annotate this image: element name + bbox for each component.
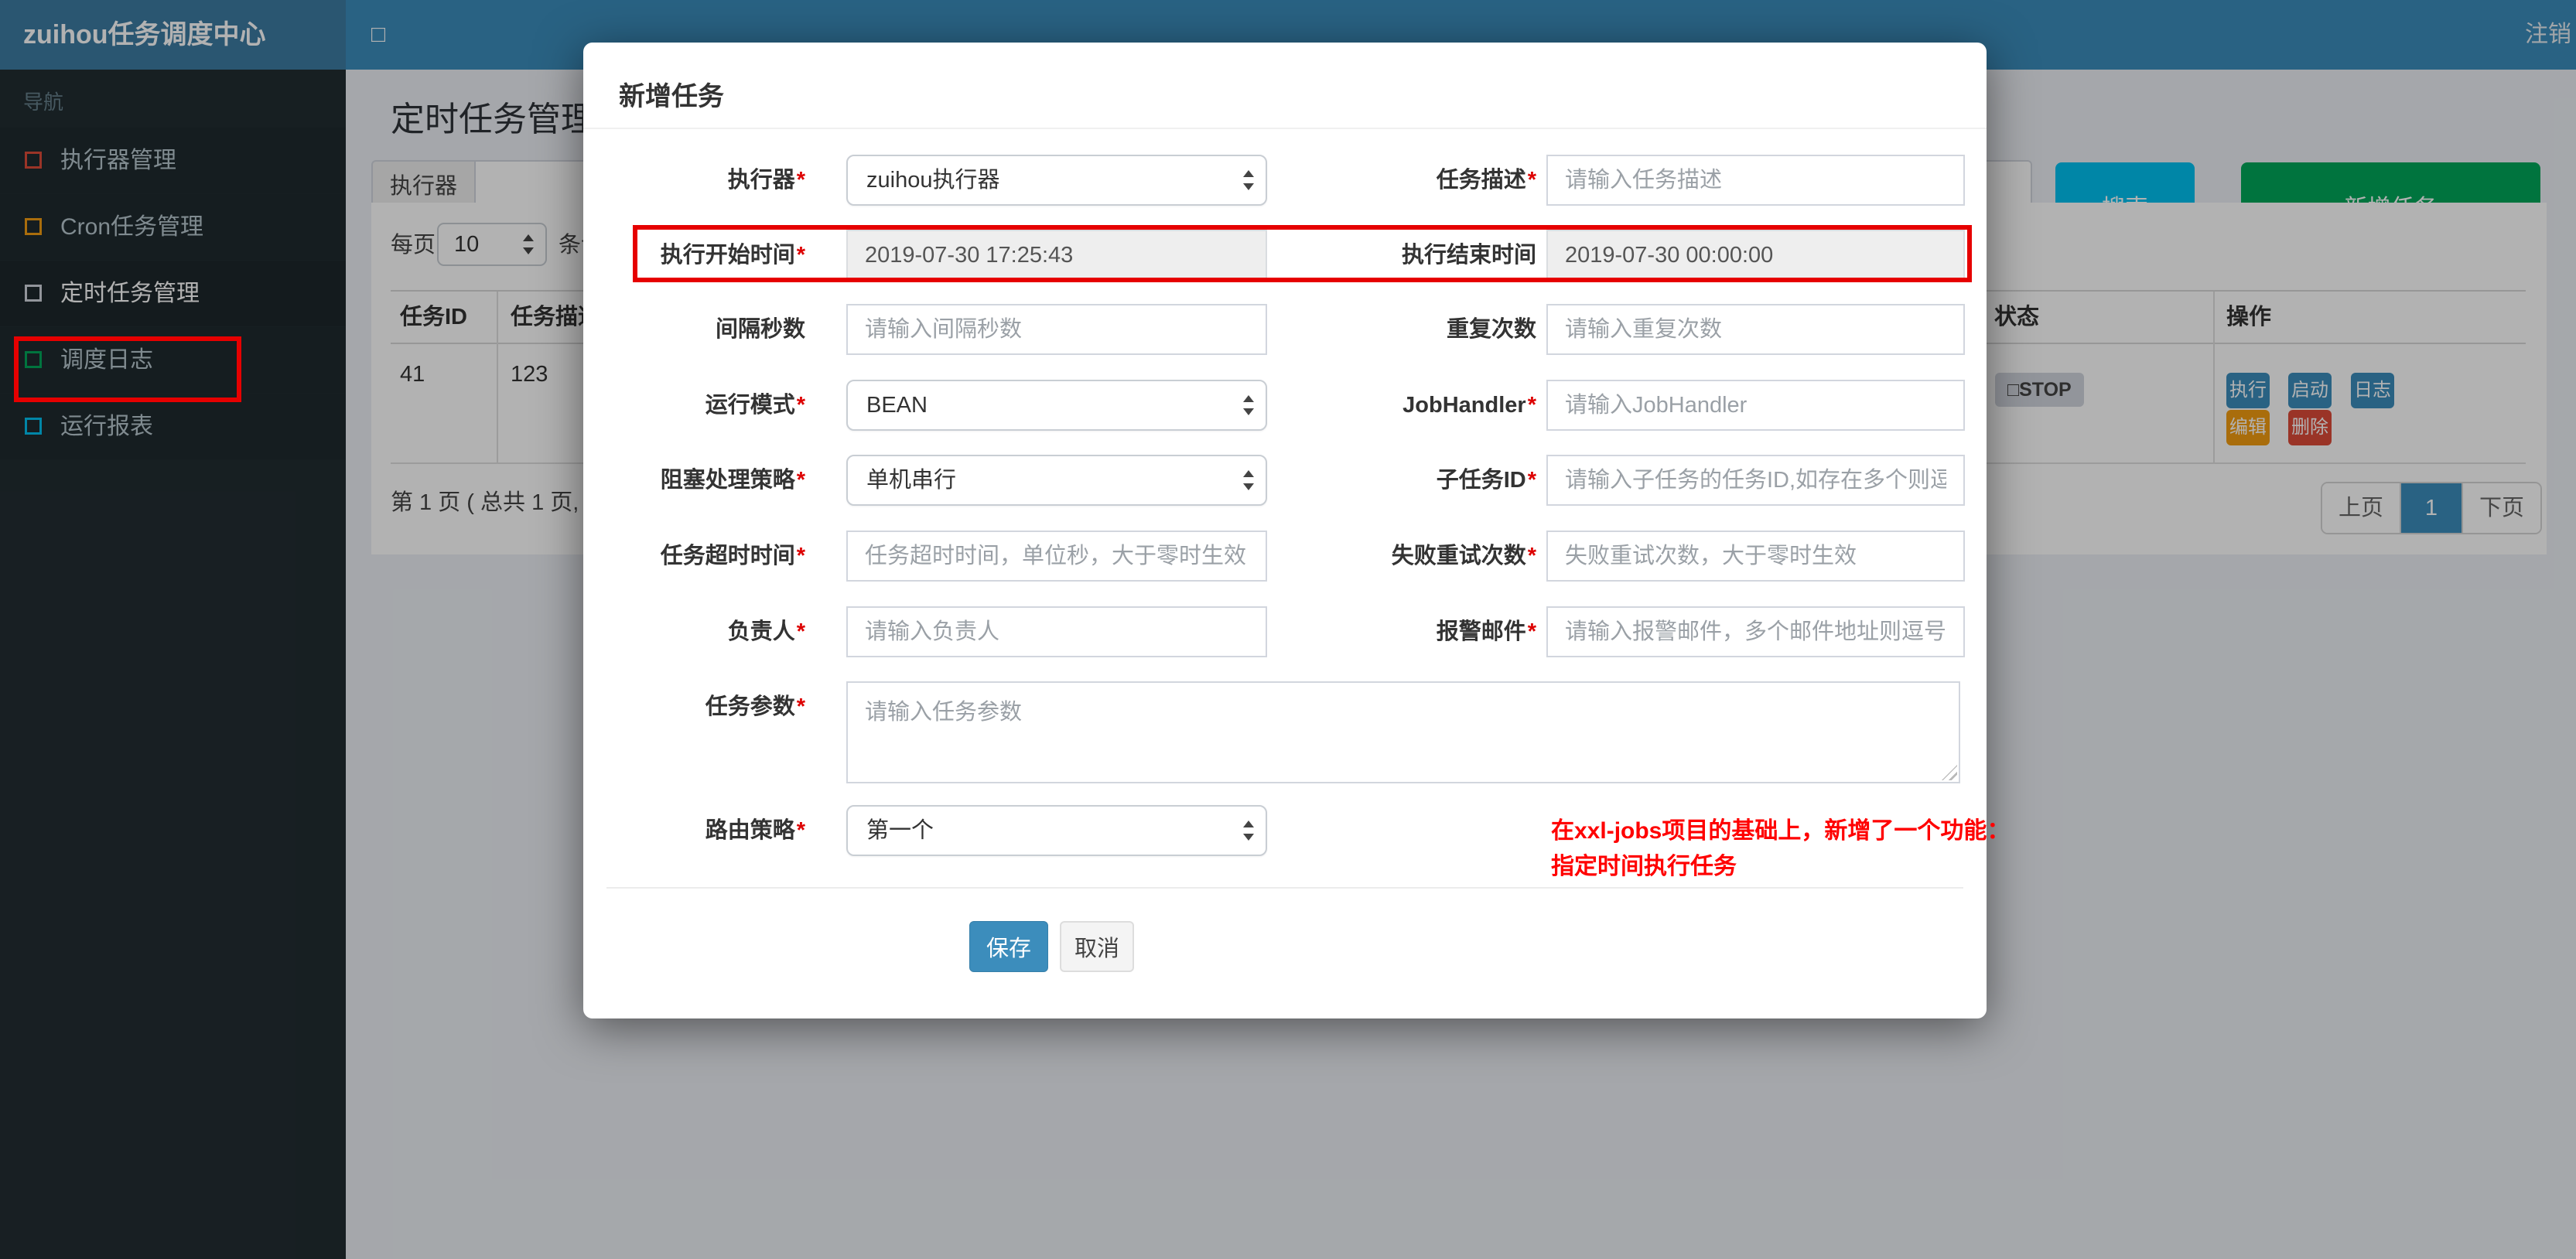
owner-input[interactable] [846, 606, 1267, 657]
run-mode-label: 运行模式* [705, 393, 805, 418]
required-mark: * [1527, 168, 1536, 193]
modal-title: 新增任务 [619, 82, 724, 111]
end-time-label: 执行结束时间 [1401, 243, 1536, 268]
child-job-input[interactable] [1546, 455, 1965, 506]
job-param-label: 任务参数* [705, 694, 805, 719]
required-mark: * [796, 694, 805, 719]
required-mark: * [1527, 544, 1536, 568]
alarm-email-label: 报警邮件* [1436, 619, 1536, 644]
interval-label: 间隔秒数 [715, 317, 805, 342]
select-arrows-icon [1241, 169, 1255, 192]
executor-label: 执行器* [727, 168, 805, 193]
app-window: zuihou任务调度中心 □ 注销 导航 执行器管理 Cron任务管理 定时任务… [0, 0, 2576, 1259]
block-strategy-select[interactable]: 单机串行 [846, 455, 1267, 506]
required-mark: * [1527, 619, 1536, 644]
required-mark: * [1527, 468, 1536, 493]
select-arrows-icon [1241, 394, 1255, 417]
child-job-label: 子任务ID* [1436, 468, 1536, 493]
feature-note-line2: 指定时间执行任务 [1551, 854, 1737, 879]
save-button[interactable]: 保存 [969, 921, 1048, 972]
add-task-modal: 新增任务 执行器* zuihou执行器 任务描述* 执行开始时间* 执行结束时间… [583, 43, 2010, 1018]
repeat-label: 重复次数 [1446, 317, 1536, 342]
route-strategy-select[interactable]: 第一个 [846, 805, 1267, 856]
block-strategy-label: 阻塞处理策略* [660, 468, 805, 493]
end-time-input[interactable] [1546, 230, 1965, 281]
feature-note-line1: 在xxl-jobs项目的基础上，新增了一个功能： [1551, 818, 2011, 844]
run-mode-select[interactable]: BEAN [846, 380, 1267, 431]
required-mark: * [796, 619, 805, 644]
start-time-input[interactable] [846, 230, 1267, 281]
required-mark: * [796, 393, 805, 418]
required-mark: * [796, 544, 805, 568]
required-mark: * [796, 243, 805, 268]
job-param-textarea[interactable] [846, 681, 1960, 783]
job-desc-label: 任务描述* [1436, 168, 1536, 193]
executor-select[interactable]: zuihou执行器 [846, 155, 1267, 206]
required-mark: * [796, 168, 805, 193]
job-handler-label: JobHandler* [1402, 393, 1536, 418]
modal-footer-divider [606, 887, 1963, 889]
interval-input[interactable] [846, 304, 1267, 355]
required-mark: * [1527, 393, 1536, 418]
select-arrows-icon [1241, 469, 1255, 492]
modal-header-divider [583, 128, 1987, 129]
timeout-input[interactable] [846, 531, 1267, 582]
required-mark: * [796, 468, 805, 493]
job-desc-input[interactable] [1546, 155, 1965, 206]
timeout-label: 任务超时时间* [660, 544, 805, 568]
required-mark: * [796, 818, 805, 843]
owner-label: 负责人* [727, 619, 805, 644]
start-time-label: 执行开始时间* [660, 243, 805, 268]
retry-input[interactable] [1546, 531, 1965, 582]
job-handler-input[interactable] [1546, 380, 1965, 431]
repeat-input[interactable] [1546, 304, 1965, 355]
cancel-button[interactable]: 取消 [1060, 921, 1134, 972]
route-strategy-label: 路由策略* [705, 818, 805, 843]
alarm-email-input[interactable] [1546, 606, 1965, 657]
select-arrows-icon [1241, 819, 1255, 842]
retry-label: 失败重试次数* [1391, 544, 1536, 568]
